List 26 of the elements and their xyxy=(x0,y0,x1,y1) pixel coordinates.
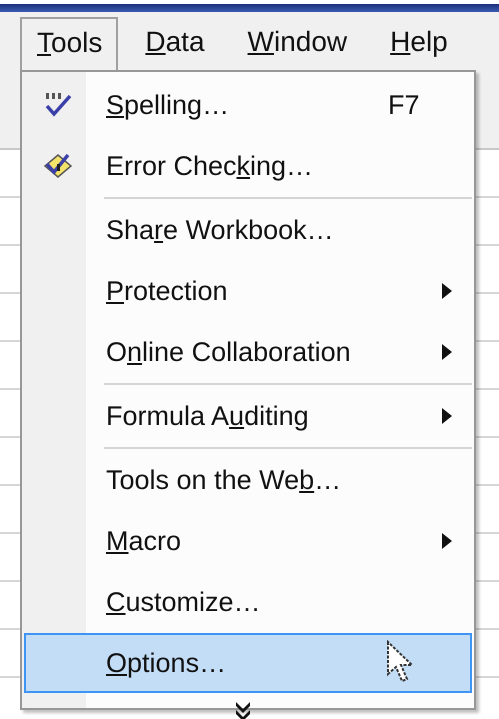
error-check-icon xyxy=(42,151,74,181)
menu-item[interactable]: Spelling… F7 xyxy=(24,75,472,135)
menu-item-label: Error Checking… xyxy=(106,150,314,182)
menu-item-label: Customize… xyxy=(106,586,261,618)
menu-bar-item[interactable]: Data xyxy=(128,16,221,68)
menu-item-label: Macro xyxy=(106,526,182,556)
menu-item[interactable]: Protection xyxy=(24,261,472,321)
menu-item-label: Tools on the Web… xyxy=(106,464,342,496)
menu-item[interactable]: Online Collaboration xyxy=(24,322,472,382)
menu-bar-item[interactable]: Help xyxy=(373,16,464,68)
menu-item[interactable]: Customize… xyxy=(24,572,472,632)
menu-item[interactable]: Macro xyxy=(24,511,472,571)
menu-item-label: Online Collaboration xyxy=(106,336,351,368)
menu-item-label: Share Workbook… xyxy=(106,214,334,246)
menu-item[interactable]: Error Checking… xyxy=(24,136,472,196)
menu-item-label: Options… xyxy=(106,648,226,678)
expand-chevron-icon[interactable] xyxy=(234,699,252,719)
menu-item-label: Formula Auditing xyxy=(106,400,309,432)
menu-item[interactable]: Formula Auditing xyxy=(24,386,472,446)
menu-item-label: Spelling… xyxy=(106,90,230,120)
menu-bar-item[interactable]: Window xyxy=(230,16,364,68)
menu-item[interactable]: Share Workbook… xyxy=(24,200,472,260)
menu-item[interactable]: Options… xyxy=(24,633,472,693)
menu-item[interactable]: Tools on the Web… xyxy=(24,450,472,510)
shortcut-label: F7 xyxy=(388,90,420,120)
menu-item-label: Protection xyxy=(106,276,228,306)
